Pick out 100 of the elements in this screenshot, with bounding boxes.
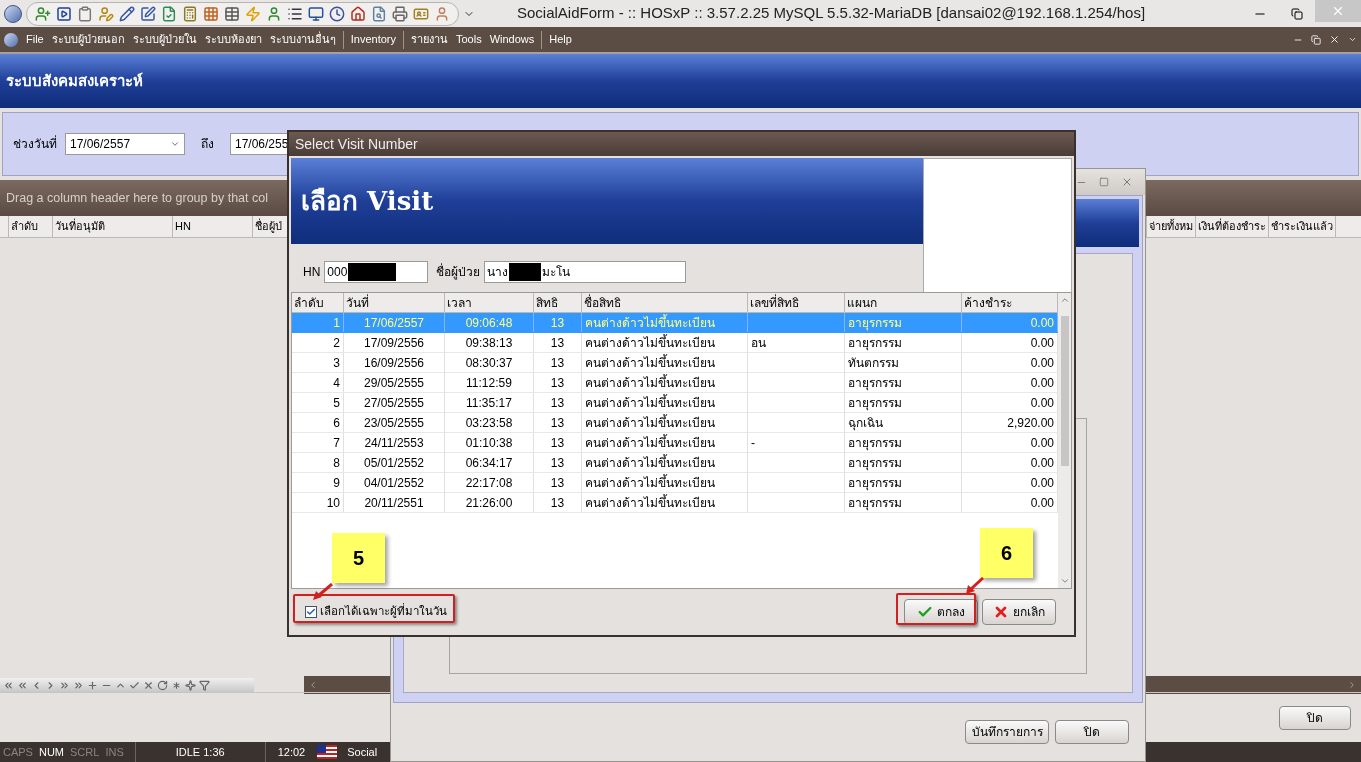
- refresh-icon[interactable]: [157, 679, 168, 691]
- redaction-bar: [348, 263, 397, 281]
- table-cell-text: 04/01/2552: [363, 474, 425, 492]
- scroll-left-icon[interactable]: [308, 680, 318, 690]
- table-icon[interactable]: [224, 5, 240, 22]
- ok-button[interactable]: ตกลง: [904, 599, 978, 625]
- visit-row[interactable]: 7 24/11/2553 01:10:38 13 คนต่างด้าวไม่ขึ้นทะเบียน - อายุรกรรม 0.00: [292, 433, 1058, 453]
- visit-row[interactable]: 3 16/09/2556 08:30:37 13 คนต่างด้าวไม่ขึ้นทะเบียน ทันตกรรม 0.00: [292, 353, 1058, 373]
- menu-item[interactable]: Windows: [485, 31, 539, 48]
- menu-item[interactable]: รายงาน: [407, 31, 452, 48]
- child-close-icon[interactable]: [1329, 34, 1340, 45]
- table-cell-text: อายุรกรรม: [848, 474, 902, 492]
- check-icon[interactable]: [129, 679, 140, 691]
- table-cell-text: 13: [550, 374, 565, 392]
- column-header[interactable]: ชื่อสิทธิ: [582, 293, 748, 312]
- play-icon[interactable]: [56, 5, 72, 22]
- user-icon[interactable]: [266, 5, 282, 22]
- cancel-icon[interactable]: [143, 679, 154, 691]
- only-today-checkbox[interactable]: เลือกได้เฉพาะผู้ที่มาในวัน: [305, 603, 447, 621]
- monitor-icon[interactable]: [308, 5, 324, 22]
- app-logo-icon[interactable]: [4, 4, 22, 23]
- form-button[interactable]: บันทึกรายการ: [965, 720, 1049, 744]
- scroll-right-icon[interactable]: [1347, 680, 1357, 690]
- column-header[interactable]: ชำระเงินแล้ว: [1268, 216, 1335, 237]
- table-cell-text: 0.00: [1030, 334, 1054, 352]
- column-header[interactable]: วันที่: [344, 293, 445, 312]
- close-icon: [1331, 4, 1345, 18]
- menu-item[interactable]: ระบบผู้ป่วยใน: [128, 31, 201, 48]
- visit-row[interactable]: 2 17/09/2556 09:38:13 13 คนต่างด้าวไม่ขึ้นทะเบียน อน อายุรกรรม 0.00: [292, 333, 1058, 353]
- table-cell: คนต่างด้าวไม่ขึ้นทะเบียน: [585, 473, 715, 492]
- document-search-icon[interactable]: [371, 5, 387, 22]
- child-restore-icon[interactable]: [1311, 34, 1321, 45]
- user-plus-icon[interactable]: [35, 5, 51, 22]
- clock-icon[interactable]: [329, 5, 345, 22]
- visit-row[interactable]: 10 20/11/2551 21:26:00 13 คนต่างด้าวไม่ขึ้นทะเบียน อายุรกรรม 0.00: [292, 493, 1058, 513]
- table-cell-text: 8: [333, 454, 340, 472]
- visit-row[interactable]: 4 29/05/2555 11:12:59 13 คนต่างด้าวไม่ขึ้นทะเบียน อายุรกรรม 0.00: [292, 373, 1058, 393]
- table-cell-text: ทันตกรรม: [848, 354, 899, 372]
- menu-item[interactable]: Inventory: [346, 31, 400, 48]
- person-icon[interactable]: [434, 5, 450, 22]
- dropdown-icon[interactable]: [170, 139, 180, 149]
- key-indicator: SCRL: [69, 744, 101, 760]
- date-from-field[interactable]: 17/06/2557: [65, 133, 185, 155]
- column-header[interactable]: ลำดับ: [8, 216, 52, 237]
- table-cell-text: 13: [550, 434, 565, 452]
- table-cell-text: 24/11/2553: [364, 434, 424, 452]
- column-header[interactable]: เงินที่ต้องชำระ: [1195, 216, 1268, 237]
- patient-name-field[interactable]: นาง มะโน: [484, 261, 687, 283]
- clipboard-icon[interactable]: [77, 5, 93, 22]
- menu-item[interactable]: Tools: [452, 31, 486, 48]
- column-header[interactable]: สิทธิ: [534, 293, 582, 312]
- vertical-scrollbar[interactable]: [1058, 293, 1071, 588]
- visit-row[interactable]: 5 27/05/2555 11:35:17 13 คนต่างด้าวไม่ขึ้นทะเบียน อายุรกรรม 0.00: [292, 393, 1058, 413]
- visit-row[interactable]: 8 05/01/2552 06:34:17 13 คนต่างด้าวไม่ขึ้นทะเบียน อายุรกรรม 0.00: [292, 453, 1058, 473]
- table-cell-text: 2: [333, 334, 340, 352]
- menu-item[interactable]: ระบบผู้ป่วยนอก: [47, 31, 129, 48]
- home-icon[interactable]: [350, 5, 366, 22]
- column-header[interactable]: ลำดับ: [292, 293, 344, 312]
- restore-icon[interactable]: [1291, 7, 1303, 20]
- child-menu-icon[interactable]: [1348, 35, 1357, 44]
- asterisk-icon[interactable]: [171, 679, 182, 691]
- table-cell: คนต่างด้าวไม่ขึ้นทะเบียน: [585, 313, 715, 332]
- table-cell-text: อายุรกรรม: [848, 334, 902, 352]
- edit-icon[interactable]: [140, 5, 156, 22]
- column-header[interactable]: แผนก: [845, 293, 962, 312]
- sparkle-icon[interactable]: [185, 679, 196, 691]
- cancel-button[interactable]: ยกเลิก: [982, 599, 1056, 625]
- date-range-label: ช่วงวันที่: [13, 135, 57, 153]
- visit-row[interactable]: 9 04/01/2552 22:17:08 13 คนต่างด้าวไม่ขึ้นทะเบียน อายุรกรรม 0.00: [292, 473, 1058, 493]
- column-header[interactable]: เวลา: [445, 293, 534, 312]
- table-cell-text: 10: [326, 494, 340, 512]
- add-icon[interactable]: [87, 679, 98, 691]
- column-header[interactable]: วันที่อนุมัติ: [52, 216, 172, 237]
- pencil-icon[interactable]: [119, 5, 135, 22]
- hn-field[interactable]: 000: [324, 261, 429, 283]
- form-close-icon[interactable]: [1121, 176, 1133, 188]
- menu-item[interactable]: Help: [545, 31, 576, 48]
- menu-item[interactable]: ระบบห้องยา: [200, 31, 266, 48]
- table-cell-text: 29/05/2555: [363, 374, 425, 392]
- menu-item[interactable]: ระบบงานอื่นๆ: [265, 31, 340, 48]
- close-page-button[interactable]: ปิด: [1279, 705, 1351, 730]
- hn-label: HN: [303, 264, 321, 281]
- table-cell: คนต่างด้าวไม่ขึ้นทะเบียน: [585, 333, 715, 352]
- printer-icon[interactable]: [392, 5, 408, 22]
- scroll-up-icon[interactable]: [1059, 295, 1070, 305]
- form-button[interactable]: ปิด: [1055, 720, 1129, 744]
- filter-icon[interactable]: [199, 679, 210, 691]
- document-check-icon[interactable]: [161, 5, 177, 22]
- column-header[interactable]: HN: [172, 216, 252, 237]
- table-cell-text: 13: [550, 354, 565, 372]
- column-header[interactable]: เลขที่สิทธิ: [748, 293, 845, 312]
- grid-icon[interactable]: [203, 5, 219, 22]
- step-callout: 6: [980, 528, 1033, 578]
- calculator-icon[interactable]: [182, 5, 198, 22]
- scroll-down-icon[interactable]: [1059, 576, 1070, 586]
- visit-row[interactable]: 6 23/05/2555 03:23:58 13 คนต่างด้าวไม่ขึ้นทะเบียน ฉุกเฉิน 2,920.00: [292, 413, 1058, 433]
- taskbar-item[interactable]: Social: [347, 743, 378, 761]
- menu-item[interactable]: File: [22, 31, 48, 48]
- user-pen-icon[interactable]: [98, 5, 114, 22]
- app-menu-icon[interactable]: [4, 32, 18, 47]
